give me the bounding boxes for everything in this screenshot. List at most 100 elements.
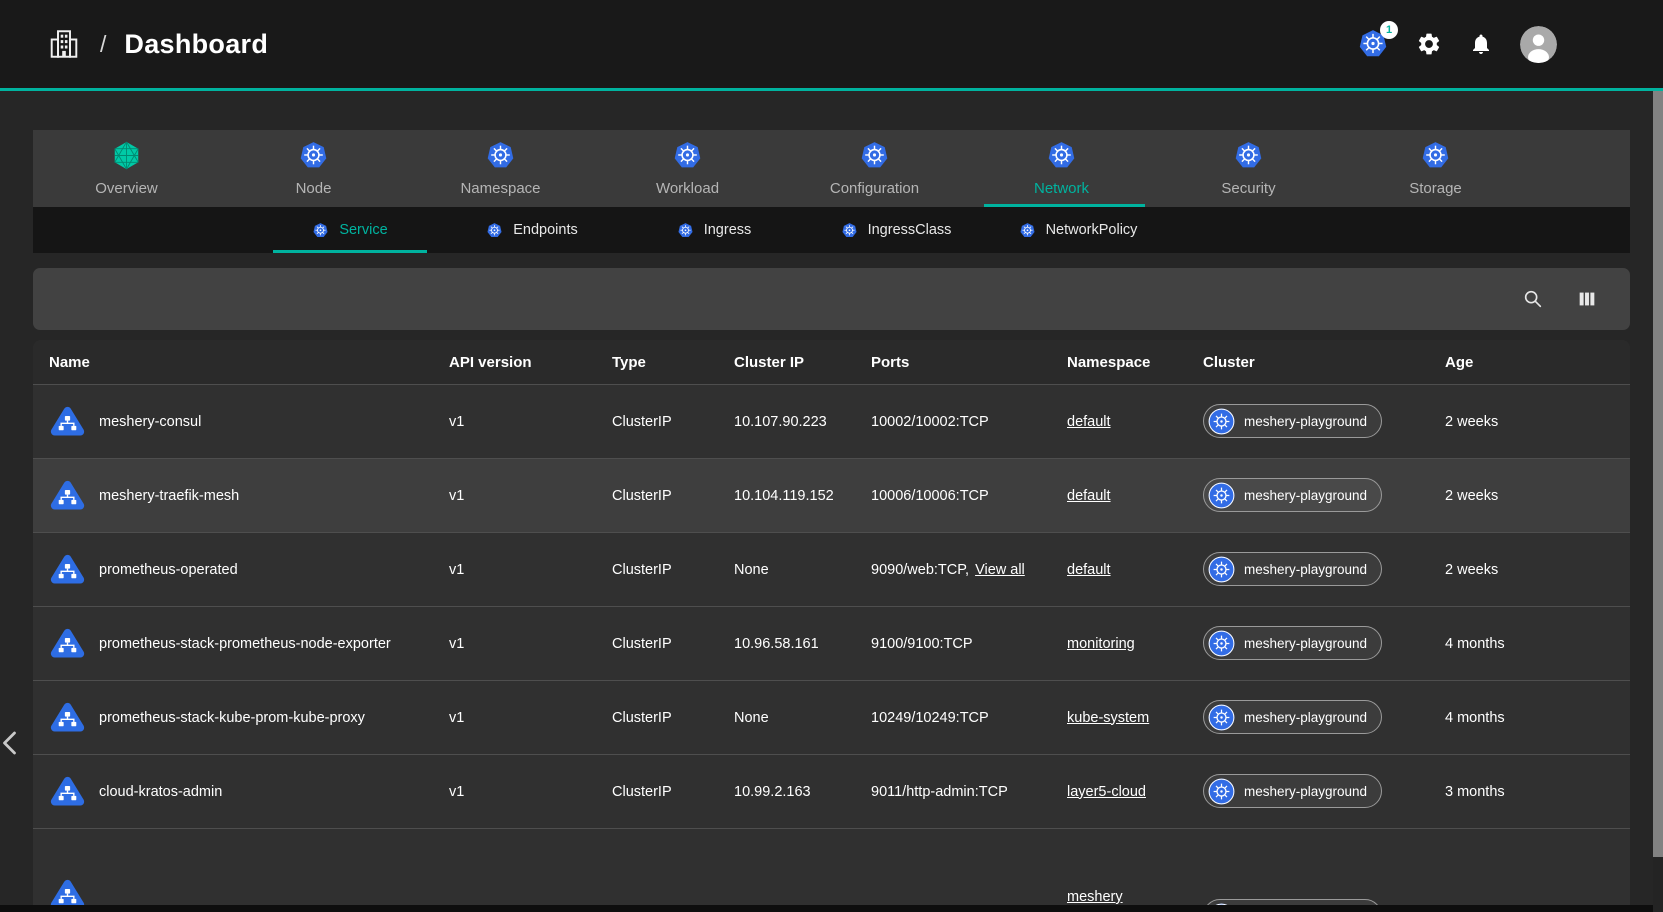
column-header-api-version: API version	[449, 354, 612, 371]
cluster-chip[interactable]: meshery-playground	[1203, 552, 1382, 586]
age-cell: 4 months	[1445, 710, 1630, 726]
kubernetes-icon	[1019, 222, 1036, 239]
column-header-cluster-ip: Cluster IP	[734, 354, 871, 371]
tab-storage[interactable]: Storage	[1342, 130, 1529, 207]
tab-workload[interactable]: Workload	[594, 130, 781, 207]
table-row[interactable]: meshery-consul v1 ClusterIP 10.107.90.22…	[33, 384, 1630, 458]
services-table: NameAPI versionTypeCluster IPPortsNamesp…	[33, 340, 1630, 912]
namespace-cell: kube-system	[1067, 710, 1203, 726]
table-row[interactable]: prometheus-operated v1 ClusterIP None 90…	[33, 532, 1630, 606]
subtab-service[interactable]: Service	[259, 207, 441, 253]
kubernetes-icon	[1208, 630, 1235, 657]
kubernetes-icon	[1208, 556, 1235, 583]
table-row[interactable]: prometheus-stack-kube-prom-kube-proxy v1…	[33, 680, 1630, 754]
cluster-chip[interactable]: meshery-playground	[1203, 626, 1382, 660]
columns-icon	[1576, 288, 1598, 310]
type-cell: ClusterIP	[612, 784, 734, 800]
api-version-cell: v1	[449, 784, 612, 800]
tab-network[interactable]: Network	[968, 130, 1155, 207]
notifications-button[interactable]	[1469, 32, 1493, 56]
namespace-cell: monitoring	[1067, 636, 1203, 652]
kubernetes-icon	[1420, 140, 1451, 171]
namespace-link[interactable]: monitoring	[1067, 636, 1135, 652]
subtab-ingressclass[interactable]: IngressClass	[805, 207, 987, 253]
age-cell: 4 months	[1445, 636, 1630, 652]
column-header-ports: Ports	[871, 354, 1067, 371]
namespace-cell: layer5-cloud	[1067, 784, 1203, 800]
kubernetes-icon	[672, 140, 703, 171]
namespace-link[interactable]: default	[1067, 488, 1111, 504]
service-name: prometheus-stack-kube-prom-kube-proxy	[99, 710, 365, 726]
age-cell: 2 weeks	[1445, 562, 1630, 578]
kubernetes-icon	[677, 222, 694, 239]
namespace-link[interactable]: kube-system	[1067, 710, 1149, 726]
breadcrumb: / Dashboard	[46, 26, 268, 62]
tab-namespace[interactable]: Namespace	[407, 130, 594, 207]
subtab-endpoints[interactable]: Endpoints	[441, 207, 623, 253]
kubernetes-icon	[859, 140, 890, 171]
service-icon	[49, 477, 86, 514]
cluster-cell: meshery-playground	[1203, 774, 1445, 809]
settings-button[interactable]	[1416, 31, 1442, 57]
ports-cell: 10006/10006:TCP	[871, 488, 1067, 504]
kubernetes-icon	[1208, 704, 1235, 731]
scrollbar-track[interactable]	[1653, 91, 1663, 912]
service-name: cloud-kratos-admin	[99, 784, 222, 800]
ports-cell: 9090/web:TCP,View all	[871, 562, 1067, 578]
api-version-cell: v1	[449, 710, 612, 726]
subtab-ingress[interactable]: Ingress	[623, 207, 805, 253]
namespace-cell: default	[1067, 562, 1203, 578]
column-header-namespace: Namespace	[1067, 354, 1203, 371]
cluster-chip[interactable]: meshery-playground	[1203, 700, 1382, 734]
table-row[interactable]: prometheus-stack-prometheus-node-exporte…	[33, 606, 1630, 680]
subtab-networkpolicy[interactable]: NetworkPolicy	[987, 207, 1169, 253]
appbar-actions: 1	[1357, 26, 1557, 63]
table-row[interactable]: cloud-kratos-admin v1 ClusterIP 10.99.2.…	[33, 754, 1630, 828]
user-avatar[interactable]	[1520, 26, 1557, 63]
service-icon	[49, 625, 86, 662]
collapse-panel-chevron[interactable]	[2, 728, 17, 758]
service-name: prometheus-stack-prometheus-node-exporte…	[99, 636, 391, 652]
table-row-partial[interactable]: meshery meshery-playground	[33, 828, 1630, 905]
view-all-ports-link[interactable]: View all	[975, 562, 1025, 578]
tab-overview[interactable]: Overview	[33, 130, 220, 207]
tab-security[interactable]: Security	[1155, 130, 1342, 207]
tab-node[interactable]: Node	[220, 130, 407, 207]
scrollbar-thumb[interactable]	[1653, 91, 1663, 857]
age-cell: 2 weeks	[1445, 488, 1630, 504]
type-cell: ClusterIP	[612, 414, 734, 430]
service-icon	[49, 699, 86, 736]
namespace-link[interactable]: meshery	[1067, 889, 1123, 905]
cluster-chip[interactable]: meshery-playground	[1203, 774, 1382, 808]
person-icon	[1520, 26, 1557, 63]
breadcrumb-separator: /	[100, 31, 106, 58]
cluster-cell: meshery-playground	[1203, 404, 1445, 439]
namespace-link[interactable]: default	[1067, 414, 1111, 430]
search-icon	[1522, 288, 1544, 310]
service-icon	[49, 551, 86, 588]
service-name: meshery-traefik-mesh	[99, 488, 239, 504]
cluster-cell: meshery-playground	[1203, 700, 1445, 735]
tab-configuration[interactable]: Configuration	[781, 130, 968, 207]
namespace-link[interactable]: default	[1067, 562, 1111, 578]
kubernetes-icon	[1208, 482, 1235, 509]
kubernetes-icon	[312, 222, 329, 239]
search-button[interactable]	[1522, 288, 1544, 310]
namespace-link[interactable]: layer5-cloud	[1067, 784, 1146, 800]
kubernetes-context-switcher[interactable]: 1	[1357, 28, 1389, 60]
cluster-chip[interactable]: meshery-playground	[1203, 478, 1382, 512]
cluster-chip[interactable]: meshery-playground	[1203, 404, 1382, 438]
view-columns-button[interactable]	[1576, 288, 1598, 310]
cluster-ip-cell: 10.99.2.163	[734, 784, 871, 800]
column-header-age: Age	[1445, 354, 1630, 371]
meshery-logo-icon	[111, 140, 142, 171]
cluster-cell: meshery-playground	[1203, 478, 1445, 513]
kubernetes-icon	[1233, 140, 1264, 171]
gear-icon	[1416, 31, 1442, 57]
cluster-ip-cell: 10.96.58.161	[734, 636, 871, 652]
cluster-cell: meshery-playground	[1203, 552, 1445, 587]
table-row[interactable]: meshery-traefik-mesh v1 ClusterIP 10.104…	[33, 458, 1630, 532]
ports-cell: 10002/10002:TCP	[871, 414, 1067, 430]
namespace-cell: default	[1067, 488, 1203, 504]
organization-building-icon[interactable]	[46, 26, 82, 62]
